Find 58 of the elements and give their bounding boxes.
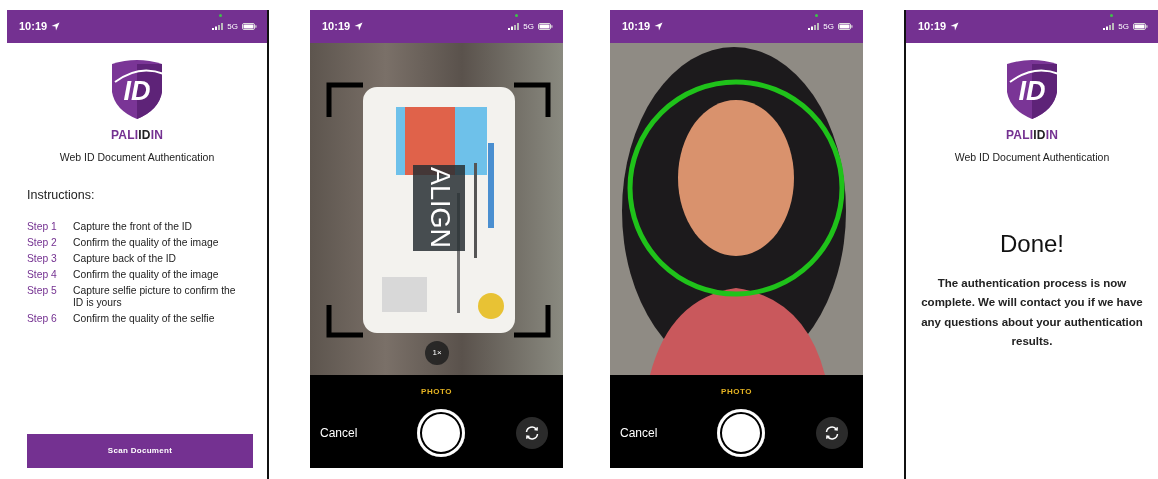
switch-camera-icon (524, 425, 540, 441)
app-subtitle: Web ID Document Authentication (59, 150, 215, 165)
instructions-heading: Instructions: (27, 186, 96, 204)
location-arrow-icon (654, 22, 664, 31)
step-label: Step 5 (27, 284, 58, 298)
privacy-indicator-dot (219, 14, 222, 17)
switch-camera-icon (824, 425, 840, 441)
battery-icon (1133, 23, 1148, 30)
shutter-button[interactable] (717, 409, 765, 457)
zoom-button[interactable]: 1× (425, 341, 449, 365)
app-subtitle: Web ID Document Authentication (954, 150, 1110, 165)
privacy-indicator-dot (1110, 14, 1113, 17)
signal-icon (1103, 23, 1115, 30)
brand-name: PALIIDIN (110, 127, 164, 144)
step-text: Capture back of the ID (73, 252, 178, 265)
status-time: 10:19 (322, 19, 351, 35)
shield-logo: ID (109, 58, 165, 120)
cancel-button[interactable]: Cancel (320, 424, 380, 442)
cancel-button[interactable]: Cancel (620, 424, 680, 442)
step-label: Step 1 (27, 220, 58, 233)
network-label: 5G (523, 20, 534, 33)
signal-icon (808, 23, 820, 30)
location-arrow-icon (950, 22, 960, 31)
privacy-indicator-dot (515, 14, 518, 17)
battery-icon (838, 23, 853, 30)
done-message: The authentication process is now complete. We will contact you if we have any questions about your authentication results. (920, 275, 1144, 350)
step-text: Confirm the quality of the image (73, 236, 220, 249)
step-text: Capture the front of the ID (73, 220, 194, 233)
signal-icon (508, 23, 520, 30)
step-text: Confirm the quality of the image (73, 268, 220, 281)
status-time: 10:19 (622, 19, 651, 35)
scan-document-button[interactable]: Scan Document (27, 434, 253, 468)
shield-logo: ID (1004, 58, 1060, 120)
status-time: 10:19 (19, 19, 48, 35)
step-label: Step 3 (27, 252, 58, 265)
camera-mode-label: PHOTO (721, 386, 752, 398)
battery-icon (242, 23, 257, 30)
status-time: 10:19 (918, 19, 947, 35)
network-label: 5G (1118, 20, 1129, 33)
location-arrow-icon (354, 22, 364, 31)
shutter-button[interactable] (417, 409, 465, 457)
signal-icon (212, 23, 224, 30)
step-label: Step 6 (27, 312, 58, 325)
step-text: Confirm the quality of the selfie (73, 312, 216, 325)
network-label: 5G (823, 20, 834, 33)
done-title: Done! (998, 228, 1065, 259)
network-label: 5G (227, 20, 238, 33)
brand-name: PALIIDIN (1005, 127, 1059, 144)
location-arrow-icon (51, 22, 61, 31)
align-label: ALIGN (413, 165, 465, 251)
battery-icon (538, 23, 553, 30)
camera-mode-label: PHOTO (421, 386, 452, 398)
privacy-indicator-dot (815, 14, 818, 17)
switch-camera-button[interactable] (816, 417, 848, 449)
step-label: Step 2 (27, 236, 58, 249)
step-text: Capture selfie picture to confirm the ID is yours (73, 284, 237, 309)
switch-camera-button[interactable] (516, 417, 548, 449)
step-label: Step 4 (27, 268, 58, 281)
